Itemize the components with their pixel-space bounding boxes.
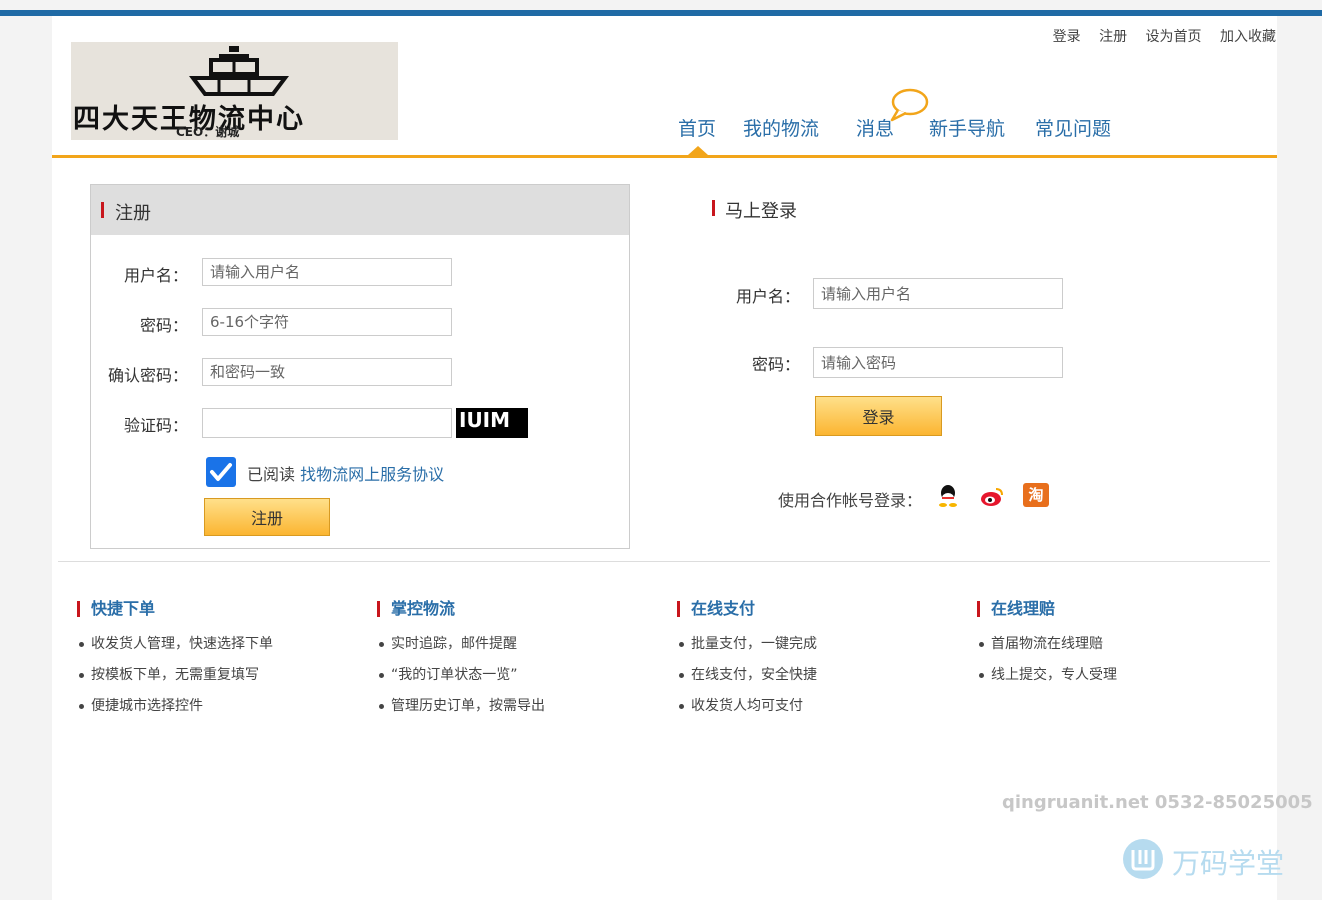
agree-checkbox[interactable] xyxy=(206,457,236,487)
feature-item: 管理历史订单，按需导出 xyxy=(377,696,667,727)
feature-item: 在线支付，安全快捷 xyxy=(677,665,967,696)
top-links: 登录 注册 设为首页 加入收藏 xyxy=(1039,26,1276,46)
feature-item: 实时追踪，邮件提醒 xyxy=(377,634,667,665)
feature-online-claims: 在线理赔 首届物流在线理赔 线上提交，专人受理 xyxy=(977,598,1267,696)
qq-icon[interactable] xyxy=(937,484,959,512)
register-title: 注册 xyxy=(115,203,151,224)
top-link-set-homepage[interactable]: 设为首页 xyxy=(1146,29,1202,45)
nav-messages[interactable]: 消息 xyxy=(856,114,894,141)
register-password-label: 密码： xyxy=(139,316,188,335)
top-link-register[interactable]: 注册 xyxy=(1099,29,1127,45)
site-logo[interactable]: 四大天王物流中心 CEO：谢城 xyxy=(71,42,398,140)
feature-title: 快捷下单 xyxy=(91,599,156,618)
feature-item: 按模板下单，无需重复填写 xyxy=(77,665,367,696)
feature-item: 收发货人均可支付 xyxy=(677,696,967,727)
checkmark-icon xyxy=(210,463,232,481)
title-marker xyxy=(101,202,104,218)
taobao-icon-glyph: 淘 xyxy=(1028,486,1044,504)
login-title-marker xyxy=(712,200,715,216)
feature-item: “我的订单状态一览” xyxy=(377,665,667,696)
coop-login-label: 使用合作帐号登录： xyxy=(778,491,923,510)
register-password-input[interactable] xyxy=(202,308,452,336)
feature-quick-order: 快捷下单 收发货人管理，快速选择下单 按模板下单，无需重复填写 便捷城市选择控件 xyxy=(77,598,367,727)
top-link-login[interactable]: 登录 xyxy=(1053,29,1081,45)
service-agreement-link[interactable]: 找物流网上服务协议 xyxy=(300,465,444,484)
ship-icon xyxy=(189,46,289,96)
login-username-input[interactable] xyxy=(813,278,1063,309)
feature-online-payment: 在线支付 批量支付，一键完成 在线支付，安全快捷 收发货人均可支付 xyxy=(677,598,967,727)
watermark-contact: qingruanit.net 0532-85025005 xyxy=(1002,792,1313,813)
login-submit-button[interactable]: 登录 xyxy=(815,396,942,436)
captcha-image[interactable]: IUIM xyxy=(456,408,528,438)
feature-title: 掌控物流 xyxy=(391,599,456,618)
register-header: 注册 xyxy=(91,185,629,235)
section-divider xyxy=(58,561,1270,562)
register-username-label: 用户名： xyxy=(123,266,188,285)
nav-faq[interactable]: 常见问题 xyxy=(1035,114,1111,141)
feature-title: 在线支付 xyxy=(691,599,756,618)
register-username-input[interactable] xyxy=(202,258,452,286)
feature-control-logistics: 掌控物流 实时追踪，邮件提醒 “我的订单状态一览” 管理历史订单，按需导出 xyxy=(377,598,667,727)
nav-home[interactable]: 首页 xyxy=(678,114,716,141)
feature-item: 收发货人管理，快速选择下单 xyxy=(77,634,367,665)
logo-ceo: CEO：谢城 xyxy=(176,125,240,139)
feature-item: 线上提交，专人受理 xyxy=(977,665,1267,696)
chat-bubble-icon xyxy=(890,88,929,122)
nav-beginner-guide[interactable]: 新手导航 xyxy=(929,114,1005,141)
register-confirm-input[interactable] xyxy=(202,358,452,386)
feature-item: 便捷城市选择控件 xyxy=(77,696,367,727)
nav-my-logistics[interactable]: 我的物流 xyxy=(743,114,819,141)
feature-title: 在线理赔 xyxy=(991,599,1056,618)
login-password-label: 密码： xyxy=(751,355,800,374)
weibo-icon[interactable] xyxy=(980,486,1004,512)
agree-text: 已阅读 找物流网上服务协议 xyxy=(247,461,444,485)
login-title: 马上登录 xyxy=(725,201,797,222)
register-confirm-label: 确认密码： xyxy=(107,366,188,385)
watermark-brand: 万码学堂 xyxy=(1172,847,1285,880)
feature-item: 批量支付，一键完成 xyxy=(677,634,967,665)
login-password-input[interactable] xyxy=(813,347,1063,378)
agree-prefix: 已阅读 xyxy=(247,465,296,484)
register-captcha-input[interactable] xyxy=(202,408,452,438)
watermark-logo-icon xyxy=(1123,839,1163,879)
login-username-label: 用户名： xyxy=(735,287,800,306)
feature-item: 首届物流在线理赔 xyxy=(977,634,1267,665)
register-submit-button[interactable]: 注册 xyxy=(204,498,330,536)
nav-active-arrow xyxy=(688,146,708,155)
register-captcha-label: 验证码： xyxy=(123,416,188,435)
nav-underline xyxy=(52,155,1277,158)
taobao-icon[interactable]: 淘 xyxy=(1023,483,1049,507)
top-link-add-favorite[interactable]: 加入收藏 xyxy=(1220,29,1276,45)
